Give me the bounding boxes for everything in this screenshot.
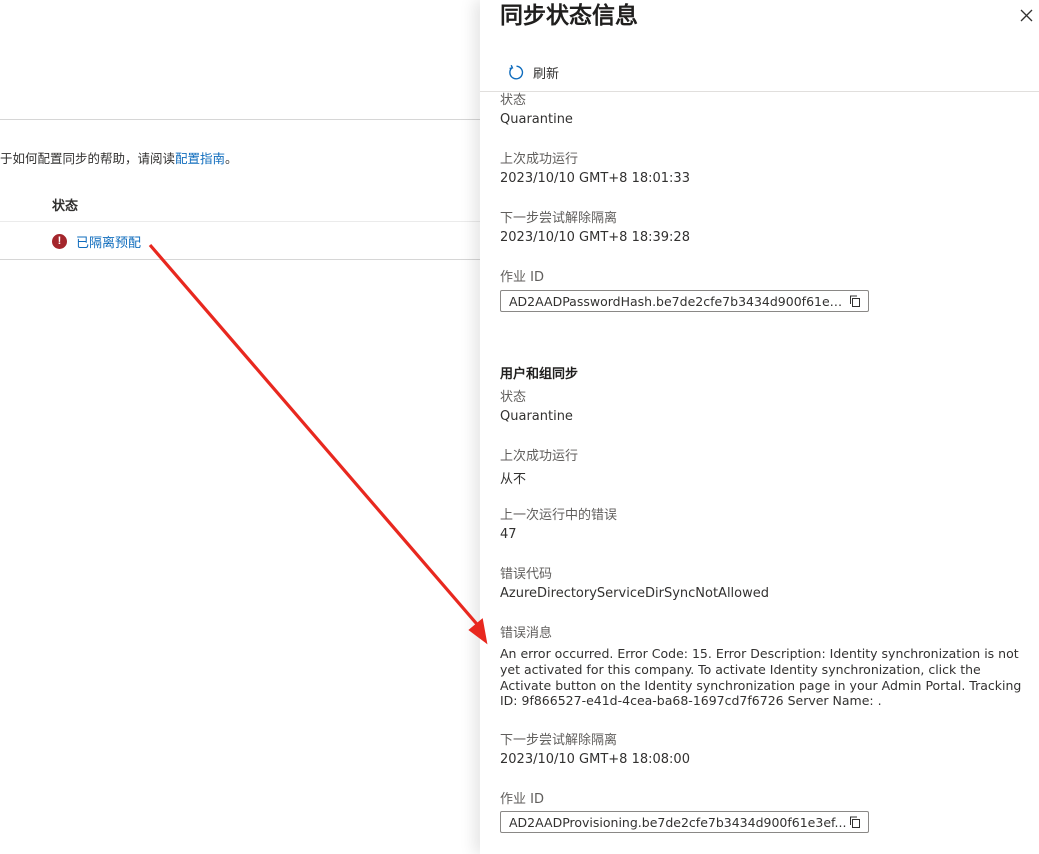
error-message-value: An error occurred. Error Code: 15. Error… [500, 646, 1022, 709]
divider [0, 119, 480, 120]
errors-value: 47 [500, 527, 517, 542]
exclamation-circle-icon: ! [52, 234, 67, 249]
copy-button[interactable] [848, 815, 862, 829]
status-label: 状态 [500, 93, 527, 108]
last-success-label: 上次成功运行 [500, 152, 579, 167]
job-id-label: 作业 ID [500, 792, 544, 807]
error-code-value: AzureDirectoryServiceDirSyncNotAllowed [500, 586, 770, 601]
status-value: Quarantine [500, 409, 573, 424]
copy-icon [850, 295, 860, 307]
error-code-label: 错误代码 [500, 567, 553, 582]
error-message-label: 错误消息 [500, 626, 553, 641]
background-page: 于如何配置同步的帮助，请阅读配置指南。 状态 ! 已隔离预配 [0, 0, 480, 854]
section-title-user-group-sync: 用户和组同步 [500, 367, 579, 382]
status-value: Quarantine [500, 112, 573, 127]
job-id-value: AD2AADPasswordHash.be7de2cfe7b3434d900f6… [509, 293, 848, 309]
job-id-field[interactable]: AD2AADProvisioning.be7de2cfe7b3434d900f6… [500, 811, 869, 833]
help-text: 于如何配置同步的帮助，请阅读配置指南。 [0, 148, 238, 167]
refresh-button[interactable]: 刷新 [508, 63, 559, 82]
help-text-suffix: 。 [225, 151, 238, 166]
toolbar-divider [480, 91, 1039, 92]
status-label: 状态 [500, 390, 527, 405]
sync-status-panel: 同步状态信息 刷新 状态 Quarantine 上次成功运行 2023/10/1… [480, 0, 1039, 854]
copy-icon [850, 816, 860, 828]
last-success-value: 从不 [500, 472, 527, 487]
quarantined-provisioning-link[interactable]: 已隔离预配 [76, 232, 141, 251]
close-icon [1020, 9, 1032, 21]
table-row-status: ! 已隔离预配 [52, 232, 141, 251]
next-attempt-value: 2023/10/10 GMT+8 18:39:28 [500, 230, 690, 245]
job-id-value: AD2AADProvisioning.be7de2cfe7b3434d900f6… [509, 814, 847, 830]
next-attempt-label: 下一步尝试解除隔离 [500, 211, 618, 226]
close-button[interactable] [1018, 7, 1034, 23]
screen: 于如何配置同步的帮助，请阅读配置指南。 状态 ! 已隔离预配 同步状态信息 刷新… [0, 0, 1039, 854]
errors-label: 上一次运行中的错误 [500, 508, 618, 523]
help-text-body: 于如何配置同步的帮助，请阅读 [0, 151, 176, 166]
config-guide-link[interactable]: 配置指南 [175, 151, 225, 166]
next-attempt-value: 2023/10/10 GMT+8 18:08:00 [500, 752, 690, 767]
job-id-field[interactable]: AD2AADPasswordHash.be7de2cfe7b3434d900f6… [500, 290, 869, 312]
last-success-value: 2023/10/10 GMT+8 18:01:33 [500, 171, 690, 186]
refresh-icon [509, 64, 524, 80]
divider [0, 259, 480, 260]
copy-button[interactable] [848, 294, 862, 308]
divider [0, 221, 480, 222]
panel-title: 同步状态信息 [500, 3, 638, 29]
refresh-label: 刷新 [533, 67, 560, 82]
last-success-label: 上次成功运行 [500, 449, 579, 464]
column-header-status: 状态 [52, 199, 79, 214]
next-attempt-label: 下一步尝试解除隔离 [500, 733, 618, 748]
job-id-label: 作业 ID [500, 270, 544, 285]
